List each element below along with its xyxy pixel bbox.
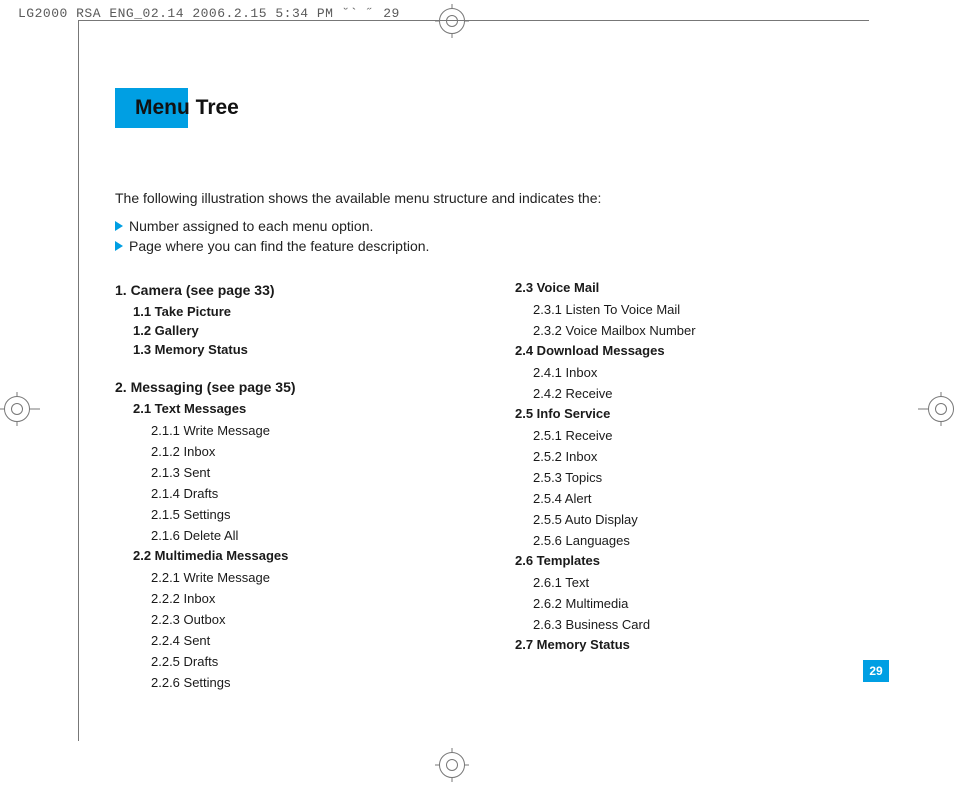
bullet-text: Page where you can find the feature desc… (129, 238, 429, 254)
page-number-badge: 29 (863, 660, 889, 682)
menu-item: 2.2.3 Outbox (151, 609, 425, 630)
triangle-icon (115, 221, 123, 231)
title-band: Menu Tree (115, 88, 188, 128)
menu-item: 2.1.2 Inbox (151, 441, 425, 462)
menu-section-heading: 2. Messaging (see page 35) (115, 379, 425, 395)
menu-item: 1.1 Take Picture (133, 304, 425, 319)
menu-item: 2.1.3 Sent (151, 462, 425, 483)
menu-subheading: 2.3 Voice Mail (515, 280, 825, 295)
menu-item: 2.2.5 Drafts (151, 651, 425, 672)
bullet-item: Number assigned to each menu option. (115, 216, 860, 236)
menu-item: 2.3.2 Voice Mailbox Number (533, 320, 825, 341)
menu-item: 2.5.1 Receive (533, 425, 825, 446)
menu-item: 2.2.4 Sent (151, 630, 425, 651)
left-column: 1. Camera (see page 33) 1.1 Take Picture… (115, 278, 425, 693)
menu-item: 2.5.3 Topics (533, 467, 825, 488)
bullet-item: Page where you can find the feature desc… (115, 236, 860, 256)
menu-item: 2.1.6 Delete All (151, 525, 425, 546)
menu-item: 2.4.1 Inbox (533, 362, 825, 383)
menu-subheading: 2.7 Memory Status (515, 637, 825, 652)
bullet-text: Number assigned to each menu option. (129, 218, 373, 234)
menu-item: 2.2.1 Write Message (151, 567, 425, 588)
print-header: LG2000 RSA ENG_02.14 2006.2.15 5:34 PM ˘… (18, 6, 400, 21)
bullet-list: Number assigned to each menu option. Pag… (115, 216, 860, 256)
menu-item: 2.6.1 Text (533, 572, 825, 593)
menu-item: 2.6.3 Business Card (533, 614, 825, 635)
menu-subheading: 2.6 Templates (515, 553, 825, 568)
page-title: Menu Tree (135, 96, 239, 120)
menu-item: 2.5.2 Inbox (533, 446, 825, 467)
menu-subheading: 2.2 Multimedia Messages (133, 548, 425, 563)
menu-item: 2.1.5 Settings (151, 504, 425, 525)
registration-mark-icon (0, 392, 40, 426)
menu-item: 2.2.6 Settings (151, 672, 425, 693)
content-area: The following illustration shows the ava… (115, 190, 860, 693)
menu-item: 2.1.1 Write Message (151, 420, 425, 441)
right-column: 2.3 Voice Mail 2.3.1 Listen To Voice Mai… (515, 278, 825, 693)
menu-item: 1.2 Gallery (133, 323, 425, 338)
menu-item: 2.2.2 Inbox (151, 588, 425, 609)
menu-subheading: 2.5 Info Service (515, 406, 825, 421)
menu-item: 2.6.2 Multimedia (533, 593, 825, 614)
menu-item: 2.1.4 Drafts (151, 483, 425, 504)
registration-mark-icon (918, 392, 954, 426)
menu-item: 1.3 Memory Status (133, 342, 425, 357)
intro-text: The following illustration shows the ava… (115, 190, 860, 206)
menu-item: 2.5.5 Auto Display (533, 509, 825, 530)
triangle-icon (115, 241, 123, 251)
menu-subheading: 2.4 Download Messages (515, 343, 825, 358)
registration-mark-icon (435, 748, 469, 782)
menu-item: 2.5.6 Languages (533, 530, 825, 551)
menu-item: 2.4.2 Receive (533, 383, 825, 404)
menu-subheading: 2.1 Text Messages (133, 401, 425, 416)
menu-item: 2.3.1 Listen To Voice Mail (533, 299, 825, 320)
menu-section-heading: 1. Camera (see page 33) (115, 282, 425, 298)
menu-item: 2.5.4 Alert (533, 488, 825, 509)
